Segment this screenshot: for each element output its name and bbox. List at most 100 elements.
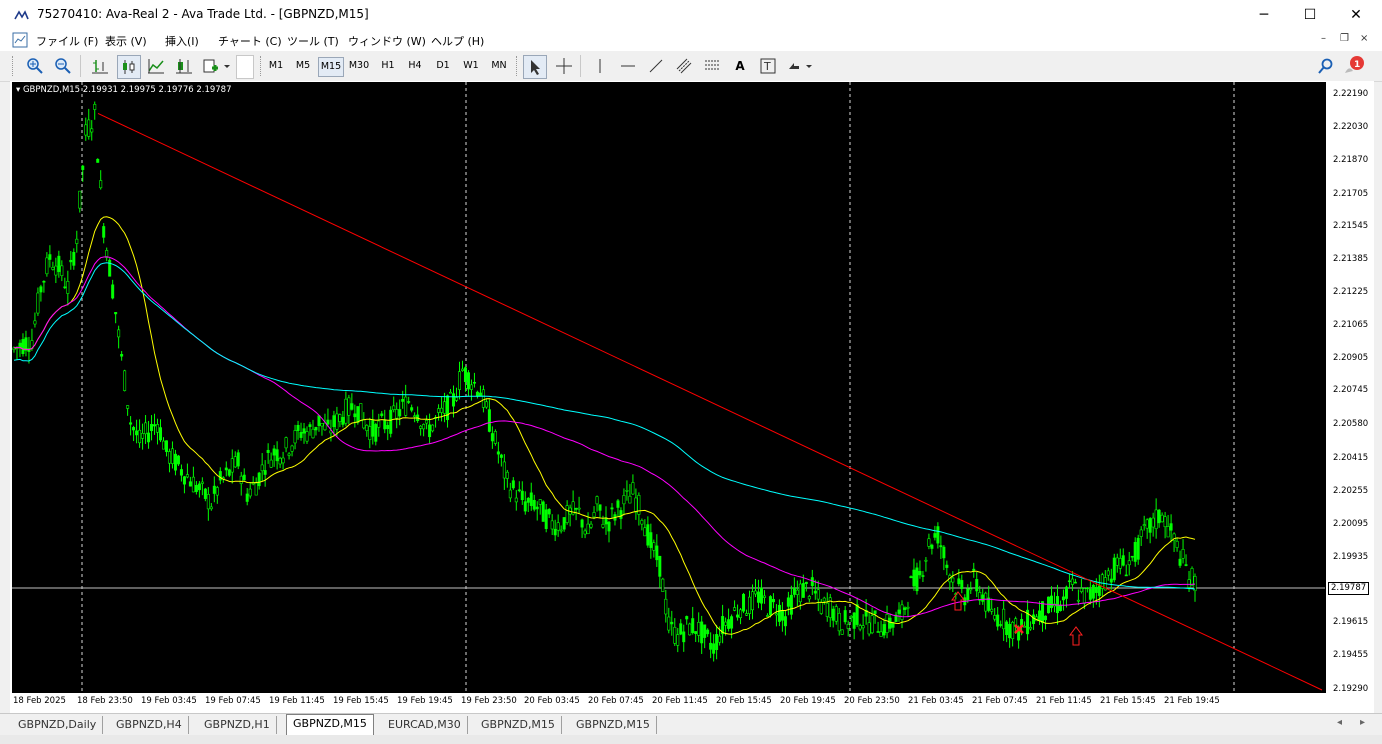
candle-body [179,469,183,476]
crosshair-icon[interactable] [553,55,575,77]
trendline-icon[interactable] [645,55,667,77]
timeframe-h4[interactable]: H4 [404,57,426,75]
window-title: 75270410: Ava-Real 2 - Ava Trade Ltd. - … [37,7,369,21]
cursor-icon[interactable] [523,55,547,79]
candle-body [730,616,734,629]
candle-body [296,424,300,431]
candle-body [930,544,934,549]
menu-view[interactable]: 表示 (V) [105,33,147,49]
candle-body [54,265,58,276]
candle-body [236,452,240,467]
text-icon[interactable]: A [729,55,751,77]
zoom-out-icon[interactable] [52,55,74,77]
candle-body [795,589,799,595]
price-tick-label: 2.21545 [1333,221,1369,232]
candle-body [759,587,763,604]
timeframe-m1[interactable]: M1 [265,57,287,75]
candle-body [511,480,515,489]
svg-text:T: T [763,60,771,73]
tab-gbpnzd-m15-2[interactable]: GBPNZD,M15 [570,716,657,734]
timeframe-mn[interactable]: MN [487,57,511,75]
candle-body [556,522,560,531]
menu-chart[interactable]: チャート (C) [218,33,282,49]
candle-body [774,613,778,616]
toolbar-grip[interactable] [516,56,520,76]
time-tick-label: 20 Feb 15:45 [716,696,772,706]
horizontal-line-icon[interactable] [617,55,639,77]
candle-body [455,397,459,401]
candle-body [670,621,674,625]
candle-body [583,530,587,535]
candle-body [469,384,473,390]
tab-scroll-right[interactable]: ▸ [1360,717,1365,728]
toolbar-grip[interactable] [12,56,16,76]
candle-body [1115,557,1119,566]
candle-body [335,413,339,430]
timeframe-m15[interactable]: M15 [318,57,344,77]
candle-body [1067,580,1071,583]
tab-gbpnzd-m15-active[interactable]: GBPNZD,M15 [286,714,374,735]
mdi-restore-button[interactable]: ❐ [1340,33,1349,44]
menu-help[interactable]: ヘルプ (H) [431,33,484,49]
collapse-arrow-icon[interactable]: ▾ [16,85,23,95]
arrows-icon[interactable] [785,55,817,77]
candle-body [1163,516,1167,528]
candle-body [42,280,46,283]
candle-body [736,614,740,618]
price-tick-label: 2.21065 [1333,319,1369,330]
search-icon[interactable] [1315,55,1337,77]
price-tick-label: 2.21385 [1333,254,1369,265]
tab-gbpnzd-m15[interactable]: GBPNZD,M15 [475,716,562,734]
candle-body [972,568,976,571]
candle-body [1005,621,1009,635]
mdi-close-button[interactable]: × [1360,33,1368,44]
timeframe-d1[interactable]: D1 [432,57,454,75]
candle-body [383,419,387,430]
channel-icon[interactable] [673,55,695,77]
bar-chart-icon[interactable] [89,55,111,77]
candle-body [849,615,853,618]
line-chart-icon[interactable] [145,55,167,77]
fibonacci-icon[interactable] [701,55,723,77]
timeframe-h1[interactable]: H1 [377,57,399,75]
price-chart[interactable] [12,82,1325,693]
label-icon[interactable]: T [757,55,779,77]
maximize-button[interactable]: ☐ [1287,0,1333,30]
toolbar-grip[interactable] [260,56,264,76]
chart-template-box[interactable] [236,55,254,79]
menu-tools[interactable]: ツール (T) [287,33,339,49]
minimize-button[interactable]: ─ [1241,0,1287,30]
tab-gbpnzd-daily[interactable]: GBPNZD,Daily [12,716,104,734]
candle-body [903,607,907,610]
candle-body [129,422,133,425]
candle-body [706,629,710,635]
add-indicator-icon[interactable] [201,55,233,77]
tab-scroll-left[interactable]: ◂ [1337,717,1342,728]
menu-window[interactable]: ウィンドウ (W) [348,33,426,49]
tab-eurcad-m30[interactable]: EURCAD,M30 [382,716,468,734]
auto-scroll-icon[interactable] [173,55,195,77]
timeframe-m5[interactable]: M5 [292,57,314,75]
zoom-in-icon[interactable] [24,55,46,77]
tab-gbpnzd-h4[interactable]: GBPNZD,H4 [110,716,189,734]
candle-body [254,482,258,496]
mdi-minimize-button[interactable]: – [1321,33,1326,44]
close-button[interactable]: ✕ [1333,0,1379,30]
chart-canvas[interactable] [12,82,1325,693]
candle-body [87,119,91,137]
candle-body [771,598,775,603]
candle-body [733,607,737,611]
vertical-line-icon[interactable] [589,55,611,77]
timeframe-w1[interactable]: W1 [460,57,482,75]
timeframe-m30[interactable]: M30 [346,57,372,75]
candle-body [592,512,596,518]
menu-insert[interactable]: 挿入(I) [165,33,199,49]
candle-body [921,575,925,577]
menu-file[interactable]: ファイル (F) [36,33,98,49]
candle-body [667,616,671,631]
candlestick-icon[interactable] [117,55,141,79]
tab-gbpnzd-h1[interactable]: GBPNZD,H1 [198,716,277,734]
document-icon[interactable] [12,32,28,48]
price-tick-label: 2.22030 [1333,121,1369,132]
candle-body [1023,625,1027,628]
